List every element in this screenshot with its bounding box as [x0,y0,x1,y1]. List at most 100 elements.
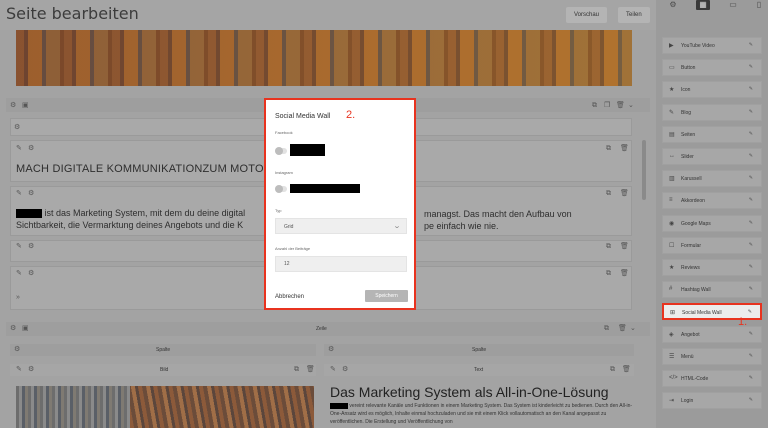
gear-icon[interactable]: ⚙ [28,366,34,374]
instagram-toggle[interactable] [275,185,287,193]
widget-item-karussell[interactable]: ▥ Karussell ✎ [662,170,762,187]
gear-icon[interactable]: ⚙ [28,190,34,198]
edit-icon[interactable]: ✎ [749,197,753,203]
duplicate-icon[interactable]: ❐ [604,102,610,110]
copy-icon[interactable]: ⧉ [604,325,609,333]
widget-item-youtube-video[interactable]: ▶ YouTube Video ✎ [662,37,762,54]
gear-icon[interactable]: ⚙ [14,124,20,132]
widget-item-angebot[interactable]: ◈ Angebot ✎ [662,326,762,343]
chevron-down-icon[interactable]: ⌄ [628,102,634,110]
instagram-label: Instagram [275,170,293,175]
redacted-instagram-account [290,184,360,193]
section-heading: MACH DIGITALE KOMMUNIKATIONZUM MOTOR D [16,163,284,175]
edit-icon[interactable]: ✎ [749,86,753,92]
edit-icon[interactable]: ✎ [749,109,753,115]
trash-icon[interactable]: 🗑 [622,366,631,374]
widget-item-hashtag-wall[interactable]: # Hashtag Wall ✎ [662,281,762,298]
widget-label: HTML-Code [681,376,709,382]
share-button[interactable]: Teilen [618,7,650,23]
gear-icon[interactable]: ⚙ [28,243,34,251]
save-button[interactable]: Speichern [365,290,408,302]
widget-item-login[interactable]: ⇥ Login ✎ [662,392,762,409]
edit-icon[interactable]: ✎ [749,286,753,292]
gear-icon[interactable]: ⚙ [328,346,334,354]
widget-item-html-code[interactable]: </> HTML-Code ✎ [662,370,762,387]
edit-icon[interactable]: ✎ [749,242,753,248]
widget-item-akkordeon[interactable]: ≡ Akkordeon ✎ [662,192,762,209]
gear-icon[interactable]: ⚙ [28,145,34,153]
trash-icon[interactable]: 🗑 [620,190,629,198]
edit-icon[interactable]: ✎ [749,153,753,159]
edit-icon[interactable]: ✎ [749,175,753,181]
copy-icon[interactable]: ⧉ [606,190,611,198]
pages-tab-icon[interactable]: ▭ [726,0,740,10]
type-select[interactable]: Grid ⌄ [275,218,407,234]
post-count-input[interactable] [275,256,407,272]
edit-icon[interactable]: ✎ [16,190,22,198]
column-image-wood [130,386,314,428]
trash-icon[interactable]: 🗑 [616,102,625,110]
trash-icon[interactable]: 🗑 [306,366,315,374]
edit-icon[interactable]: ✎ [749,264,753,270]
edit-icon[interactable]: ✎ [749,42,753,48]
widget-item-blog[interactable]: ✎ Blog ✎ [662,104,762,121]
youtube-icon: ▶ [669,43,674,49]
settings-tab-icon[interactable]: ⚙ [666,0,680,10]
column-label: Spalte [472,347,487,353]
edit-icon[interactable]: ✎ [749,375,753,381]
widget-item-reviews[interactable]: ★ Reviews ✎ [662,259,762,276]
copy-icon[interactable]: ⧉ [606,145,611,153]
edit-icon[interactable]: ✎ [749,220,753,226]
type-label: Typ [275,208,282,213]
gear-icon[interactable]: ⚙ [28,270,34,278]
widget-item-menü[interactable]: ☰ Menü ✎ [662,348,762,365]
carousel-icon: ▥ [669,176,675,182]
trash-icon[interactable]: 🗑 [620,270,629,278]
chevron-down-icon[interactable]: ⌄ [630,325,636,333]
gear-icon[interactable]: ⚙ [14,346,20,354]
gear-icon[interactable]: ⚙ [10,325,16,333]
layout-icon[interactable]: ▣ [22,102,29,110]
edit-icon[interactable]: ✎ [748,309,752,315]
facebook-label: Facebook [275,130,293,135]
trash-icon[interactable]: 🗑 [618,325,627,333]
widget-item-formular[interactable]: ☐ Formular ✎ [662,237,762,254]
widgets-tab-icon[interactable]: ▦ [696,0,710,10]
layout-icon[interactable]: ▣ [22,325,29,333]
widget-item-button[interactable]: ▭ Button ✎ [662,59,762,76]
edit-icon[interactable]: ✎ [16,270,22,278]
star-icon: ★ [669,265,675,271]
copy-icon[interactable]: ⧉ [294,366,299,374]
gear-icon[interactable]: ⚙ [10,102,16,110]
edit-icon[interactable]: ✎ [749,131,753,137]
edit-icon[interactable]: ✎ [330,366,336,374]
copy-icon[interactable]: ⧉ [610,366,615,374]
copy-icon[interactable]: ⧉ [592,102,597,110]
cancel-button[interactable]: Abbrechen [275,294,304,300]
double-chevron-down-icon[interactable]: » [16,294,20,302]
login-icon: ⇥ [669,398,675,404]
widget-label: Reviews [681,265,700,271]
code-icon: </> [669,375,678,381]
edit-icon[interactable]: ✎ [749,64,753,70]
edit-icon[interactable]: ✎ [749,331,753,337]
page-tab-icon[interactable]: ▯ [752,0,766,10]
preview-button[interactable]: Vorschau [566,7,608,23]
edit-icon[interactable]: ✎ [16,366,22,374]
edit-icon[interactable]: ✎ [16,243,22,251]
trash-icon[interactable]: 🗑 [620,145,629,153]
editor-scrollbar[interactable] [642,140,646,200]
copy-icon[interactable]: ⧉ [606,243,611,251]
widget-item-slider[interactable]: ↔ Slider ✎ [662,148,762,165]
widget-item-google-maps[interactable]: ◉ Google Maps ✎ [662,215,762,232]
facebook-toggle[interactable] [275,147,287,155]
trash-icon[interactable]: 🗑 [620,243,629,251]
editor-header: Seite bearbeiten Vorschau Teilen [0,0,656,30]
edit-icon[interactable]: ✎ [16,145,22,153]
widget-item-icon[interactable]: ★ Icon ✎ [662,81,762,98]
edit-icon[interactable]: ✎ [749,397,753,403]
edit-icon[interactable]: ✎ [749,353,753,359]
gear-icon[interactable]: ⚙ [342,366,348,374]
copy-icon[interactable]: ⧉ [606,270,611,278]
widget-item-seiten[interactable]: ▤ Seiten ✎ [662,126,762,143]
